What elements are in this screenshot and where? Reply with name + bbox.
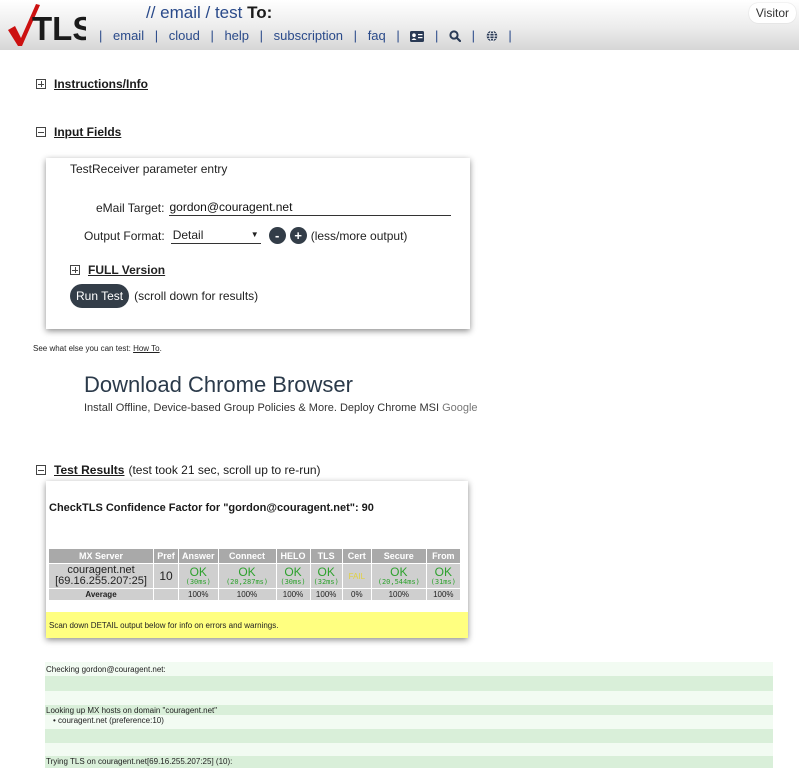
cell-pref: 10 bbox=[154, 564, 178, 588]
expand-icon bbox=[70, 265, 80, 275]
col-connect: Connect bbox=[218, 549, 276, 563]
col-helo: HELO bbox=[276, 549, 310, 563]
cell-average-connect: 100% bbox=[218, 589, 276, 600]
log-spacer bbox=[45, 743, 773, 756]
globe-icon[interactable] bbox=[486, 30, 498, 42]
chrome-ad[interactable]: Download Chrome Browser Install Offline,… bbox=[33, 362, 799, 428]
top-nav: | email | cloud | help | subscription | … bbox=[99, 28, 512, 43]
table-header-row: MX Server Pref Answer Connect HELO TLS C… bbox=[49, 549, 460, 563]
how-to-link[interactable]: How To bbox=[133, 344, 160, 353]
checktls-logo[interactable]: TLS bbox=[6, 2, 86, 48]
cell-average-label: Average bbox=[49, 589, 153, 600]
email-label: eMail Target: bbox=[96, 201, 165, 215]
format-label: Output Format: bbox=[84, 228, 165, 243]
more-output-button[interactable]: + bbox=[289, 227, 307, 244]
test-results-toggle[interactable]: Test Results (test took 21 sec, scroll u… bbox=[36, 463, 321, 477]
col-secure: Secure bbox=[371, 549, 426, 563]
ad-headline[interactable]: Download Chrome Browser bbox=[84, 372, 353, 398]
collapse-icon bbox=[36, 127, 46, 137]
table-row: couragent.net [69.16.255.207:25] 10 OK (… bbox=[49, 564, 460, 588]
full-version-toggle[interactable]: FULL Version bbox=[70, 263, 165, 277]
cell-server: couragent.net [69.16.255.207:25] bbox=[49, 564, 153, 588]
output-format-value: Detail bbox=[172, 227, 204, 242]
cell-tls: OK (32ms) bbox=[310, 564, 342, 588]
log-spacer bbox=[45, 676, 773, 691]
format-hint: (less/more output) bbox=[310, 228, 408, 243]
log-line: Trying TLS on couragent.net[69.16.255.20… bbox=[45, 756, 773, 768]
input-panel: TestReceiver parameter entry eMail Targe… bbox=[46, 158, 470, 329]
full-version-label: FULL Version bbox=[88, 263, 166, 277]
nav-help[interactable]: help bbox=[224, 28, 249, 43]
cell-average-cert: 0% bbox=[342, 589, 371, 600]
run-test-button[interactable]: Run Test bbox=[70, 284, 130, 308]
nav-subscription[interactable]: subscription bbox=[274, 28, 343, 43]
cell-average-from: 100% bbox=[426, 589, 460, 600]
log-line: Looking up MX hosts on domain "couragent… bbox=[45, 705, 773, 715]
col-cert: Cert bbox=[342, 549, 371, 563]
user-badge[interactable]: Visitor bbox=[748, 3, 796, 23]
cell-from: OK (31ms) bbox=[426, 564, 460, 588]
col-from: From bbox=[426, 549, 460, 563]
ad-brand: Google bbox=[442, 402, 478, 414]
nav-faq[interactable]: faq bbox=[368, 28, 386, 43]
contact-card-icon[interactable] bbox=[410, 31, 425, 42]
svg-text:TLS: TLS bbox=[32, 10, 86, 47]
less-output-button[interactable]: - bbox=[268, 227, 286, 244]
breadcrumb-current: To: bbox=[247, 3, 273, 22]
output-format-select[interactable]: Detail ▼ bbox=[170, 227, 261, 244]
input-fields-label: Input Fields bbox=[54, 125, 122, 139]
cell-secure: OK (20,544ms) bbox=[371, 564, 426, 588]
cell-average-secure: 100% bbox=[371, 589, 426, 600]
cell-average-tls: 100% bbox=[310, 589, 342, 600]
breadcrumb: // email / test To: bbox=[146, 3, 272, 23]
list-item: couragent.net (preference:10) bbox=[58, 716, 164, 725]
see-what-text: See what else you can test: How To. bbox=[33, 344, 162, 353]
cell-average-answer: 100% bbox=[179, 589, 218, 600]
results-panel: CheckTLS Confidence Factor for "gordon@c… bbox=[46, 481, 468, 638]
dropdown-arrow-icon: ▼ bbox=[250, 230, 259, 239]
mx-results-table: MX Server Pref Answer Connect HELO TLS C… bbox=[48, 548, 461, 601]
cell-average-helo: 100% bbox=[276, 589, 310, 600]
col-tls: TLS bbox=[310, 549, 342, 563]
confidence-title: CheckTLS Confidence Factor for "gordon@c… bbox=[49, 502, 374, 514]
email-row: eMail Target: gordon@couragent.net bbox=[96, 200, 452, 216]
email-target-input[interactable]: gordon@couragent.net bbox=[169, 200, 452, 216]
log-list: • couragent.net (preference:10) bbox=[45, 715, 773, 729]
ad-subtext: Install Offline, Device-based Group Poli… bbox=[84, 402, 478, 414]
detail-note: Scan down DETAIL output below for info o… bbox=[46, 612, 468, 638]
col-mx-server: MX Server bbox=[49, 549, 153, 563]
search-icon[interactable] bbox=[449, 30, 462, 42]
col-pref: Pref bbox=[154, 549, 178, 563]
average-row: Average 100% 100% 100% 100% 0% 100% 100% bbox=[49, 589, 460, 600]
cell-cert: FAIL bbox=[342, 564, 371, 588]
col-answer: Answer bbox=[179, 549, 218, 563]
nav-cloud[interactable]: cloud bbox=[169, 28, 200, 43]
instructions-toggle[interactable]: Instructions/Info bbox=[36, 77, 148, 91]
cell-connect: OK (20,287ms) bbox=[218, 564, 276, 588]
cell-answer: OK (30ms) bbox=[179, 564, 218, 588]
log-line: Checking gordon@couragent.net: bbox=[45, 662, 773, 676]
log-spacer bbox=[45, 729, 773, 743]
collapse-icon bbox=[36, 465, 46, 475]
test-results-label: Test Results bbox=[54, 463, 125, 477]
run-hint: (scroll down for results) bbox=[134, 289, 259, 303]
breadcrumb-path: // email / test bbox=[146, 3, 243, 22]
test-results-note: (test took 21 sec, scroll up to re-run) bbox=[128, 463, 321, 477]
log-spacer bbox=[45, 691, 773, 705]
top-header: TLS // email / test To: | email | cloud … bbox=[0, 0, 799, 50]
panel-title: TestReceiver parameter entry bbox=[70, 162, 228, 176]
instructions-label: Instructions/Info bbox=[54, 77, 148, 91]
cell-helo: OK (30ms) bbox=[276, 564, 310, 588]
input-fields-toggle[interactable]: Input Fields bbox=[36, 125, 121, 139]
cell-average-pref bbox=[154, 589, 178, 600]
nav-email[interactable]: email bbox=[113, 28, 144, 43]
run-row: Run Test (scroll down for results) bbox=[70, 284, 258, 308]
expand-icon bbox=[36, 79, 46, 89]
format-row: Output Format: Detail ▼ - + (less/more o… bbox=[84, 227, 407, 244]
